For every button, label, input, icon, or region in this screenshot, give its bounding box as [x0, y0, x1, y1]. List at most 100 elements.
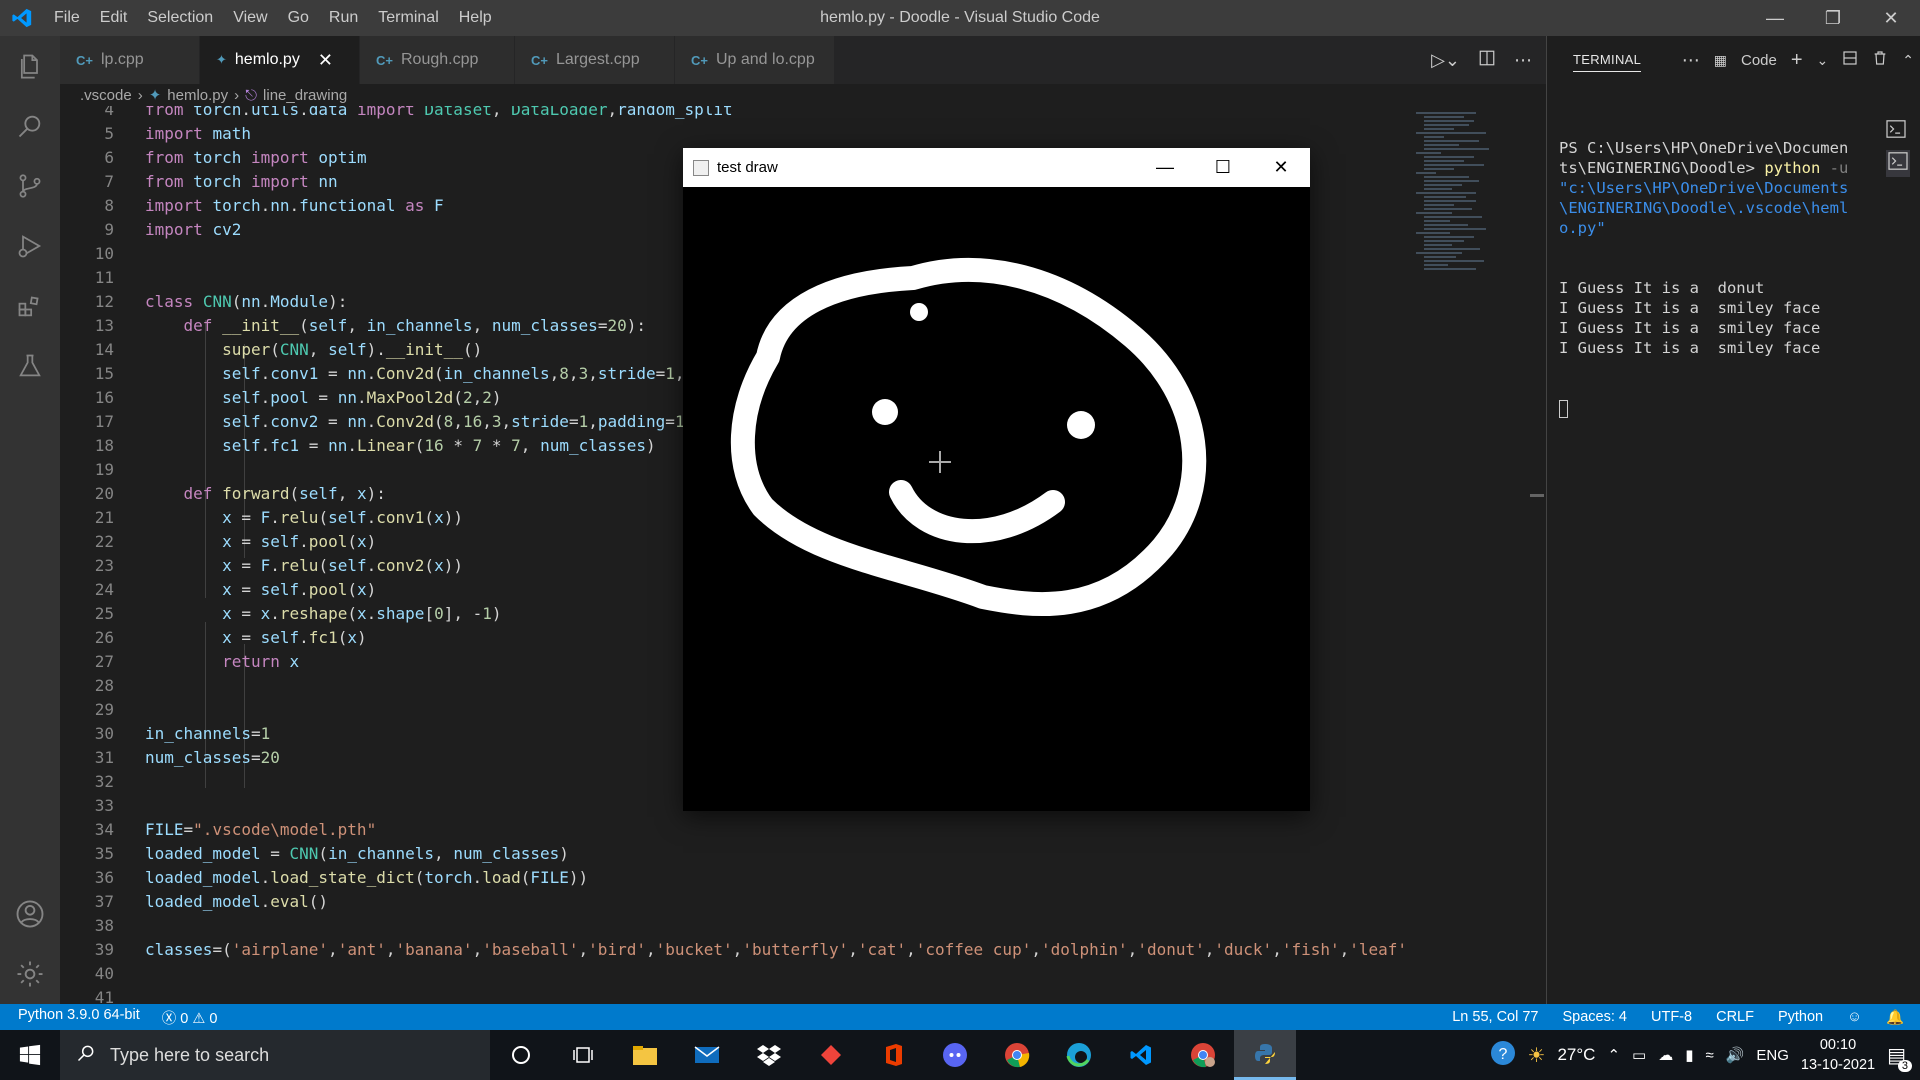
popup-close-button[interactable]: ✕	[1252, 148, 1310, 187]
menu-item-edit[interactable]: Edit	[90, 0, 138, 36]
tab-hemlo-py[interactable]: ✦ hemlo.py ✕	[200, 36, 360, 84]
vscode-taskbar-icon[interactable]	[1110, 1030, 1172, 1080]
language-indicator[interactable]: ENG	[1756, 1047, 1789, 1064]
code-line[interactable]: 35 loaded_model = CNN(in_channels, num_cl…	[60, 842, 1410, 866]
python-interpreter[interactable]: Python 3.9.0 64-bit	[18, 1007, 140, 1028]
terminal-instance-icon[interactable]	[1886, 120, 1906, 143]
cortana-icon[interactable]	[490, 1030, 552, 1080]
windows-start-icon[interactable]	[0, 1030, 60, 1080]
device-icon[interactable]: ▭	[1632, 1046, 1646, 1064]
minimap[interactable]	[1410, 106, 1546, 1004]
code-line[interactable]: 37 loaded_model.eval()	[60, 890, 1410, 914]
restore-button[interactable]: ❐	[1804, 0, 1862, 36]
code-line[interactable]: 39 classes=('airplane','ant','banana','ba…	[60, 938, 1410, 962]
code-line[interactable]: 36 loaded_model.load_state_dict(torch.loa…	[60, 866, 1410, 890]
minimap-line	[1416, 232, 1450, 234]
tab-rough-cpp[interactable]: C+ Rough.cpp	[360, 36, 515, 84]
search-icon[interactable]	[0, 96, 60, 156]
language-mode[interactable]: Python	[1778, 1009, 1823, 1025]
clock[interactable]: 00:10 13-10-2021	[1801, 1035, 1875, 1075]
notification-center-icon[interactable]: ▤ 3	[1887, 1043, 1912, 1072]
vscode-logo-icon[interactable]	[0, 0, 44, 36]
indentation[interactable]: Spaces: 4	[1563, 1009, 1628, 1025]
terminal-profile[interactable]: Code	[1741, 52, 1777, 69]
menu-item-terminal[interactable]: Terminal	[368, 0, 448, 36]
tab-largest-cpp[interactable]: C+ Largest.cpp	[515, 36, 675, 84]
scroll-indicator[interactable]	[1530, 494, 1544, 497]
trash-icon[interactable]	[1872, 50, 1888, 70]
help-icon[interactable]: ?	[1490, 1040, 1516, 1070]
run-debug-icon[interactable]	[0, 216, 60, 276]
tab-close-icon[interactable]: ✕	[318, 50, 333, 71]
explorer-icon[interactable]	[0, 36, 60, 96]
title-bar: File Edit Selection View Go Run Terminal Help h…	[0, 0, 1920, 36]
settings-gear-icon[interactable]	[0, 944, 60, 1004]
breadcrumb-folder[interactable]: .vscode	[80, 87, 132, 104]
chevron-up-icon[interactable]: ⌃	[1902, 52, 1914, 69]
onedrive-cloud-icon[interactable]: ☁	[1658, 1046, 1673, 1064]
menu-item-go[interactable]: Go	[278, 0, 319, 36]
problems-indicator[interactable]: Ⓧ 0 ⚠ 0	[162, 1007, 218, 1028]
chrome-icon[interactable]	[986, 1030, 1048, 1080]
tab-up-and-lo-cpp[interactable]: C+ Up and lo.cpp	[675, 36, 835, 84]
line-ending[interactable]: CRLF	[1716, 1009, 1754, 1025]
add-terminal-icon[interactable]: +	[1791, 49, 1803, 72]
popup-minimize-button[interactable]: —	[1136, 148, 1194, 187]
code-line[interactable]: 41	[60, 986, 1410, 1004]
wifi-icon[interactable]: ≈	[1705, 1047, 1713, 1064]
python-app-icon[interactable]	[1234, 1030, 1296, 1080]
code-line[interactable]: 38	[60, 914, 1410, 938]
close-window-button[interactable]: ✕	[1862, 0, 1920, 36]
popup-title-bar[interactable]: test draw — ☐ ✕	[683, 148, 1310, 187]
code-line[interactable]: 40	[60, 962, 1410, 986]
discord-icon[interactable]	[924, 1030, 986, 1080]
account-icon[interactable]	[0, 884, 60, 944]
breadcrumb-symbol[interactable]: line_drawing	[263, 87, 347, 104]
menu-item-run[interactable]: Run	[319, 0, 368, 36]
file-explorer-icon[interactable]	[614, 1030, 676, 1080]
line-number: 24	[94, 580, 114, 599]
terminal-instance-icon[interactable]	[1886, 150, 1910, 177]
temperature[interactable]: 27°C	[1557, 1045, 1595, 1065]
menu-item-file[interactable]: File	[44, 0, 90, 36]
split-terminal-icon[interactable]	[1842, 50, 1858, 70]
encoding[interactable]: UTF-8	[1651, 1009, 1692, 1025]
tab-lp-cpp[interactable]: C+ lp.cpp	[60, 36, 200, 84]
menu-item-view[interactable]: View	[223, 0, 277, 36]
menu-item-selection[interactable]: Selection	[137, 0, 223, 36]
cursor-position[interactable]: Ln 55, Col 77	[1452, 1009, 1538, 1025]
code-line[interactable]: 5 import math	[60, 122, 1410, 146]
terminal-profile-icon[interactable]: ▦	[1714, 52, 1727, 69]
weather-icon[interactable]: ☀	[1528, 1043, 1546, 1068]
minimize-button[interactable]: —	[1746, 0, 1804, 36]
mail-icon[interactable]	[676, 1030, 738, 1080]
menu-item-help[interactable]: Help	[449, 0, 502, 36]
chevron-down-icon[interactable]: ⌄	[1817, 52, 1829, 69]
battery-icon[interactable]: ▮	[1685, 1046, 1693, 1064]
code-line[interactable]: 34 FILE=".vscode\model.pth"	[60, 818, 1410, 842]
drawing-canvas[interactable]	[683, 187, 1310, 811]
extensions-icon[interactable]	[0, 276, 60, 336]
popup-maximize-button[interactable]: ☐	[1194, 148, 1252, 187]
run-icon[interactable]: ▷⌄	[1431, 50, 1460, 71]
taskbar-search-box[interactable]: Type here to search	[60, 1030, 490, 1080]
terminal-tab[interactable]: TERMINAL	[1573, 48, 1642, 72]
dropbox-icon[interactable]	[738, 1030, 800, 1080]
terminal-output[interactable]: PS C:\Users\HP\OneDrive\Documents\ENGINE…	[1559, 98, 1859, 458]
feedback-icon[interactable]: ☺	[1847, 1009, 1862, 1025]
breadcrumb-file[interactable]: hemlo.py	[167, 87, 228, 104]
chevron-up-icon[interactable]: ⌃	[1607, 1046, 1620, 1064]
anydesk-icon[interactable]	[800, 1030, 862, 1080]
more-icon[interactable]: ⋯	[1682, 50, 1700, 71]
task-view-icon[interactable]	[552, 1030, 614, 1080]
notifications-bell-icon[interactable]: 🔔	[1886, 1009, 1904, 1026]
more-actions-icon[interactable]: ⋯	[1514, 50, 1532, 71]
code-line[interactable]: 4 from torch.utils.data import Dataset, D…	[60, 106, 1410, 122]
source-control-icon[interactable]	[0, 156, 60, 216]
volume-icon[interactable]: 🔊	[1726, 1046, 1745, 1064]
edge-icon[interactable]	[1048, 1030, 1110, 1080]
split-editor-icon[interactable]	[1478, 49, 1496, 72]
testing-flask-icon[interactable]	[0, 336, 60, 396]
office-icon[interactable]	[862, 1030, 924, 1080]
chrome-profile-icon[interactable]	[1172, 1030, 1234, 1080]
